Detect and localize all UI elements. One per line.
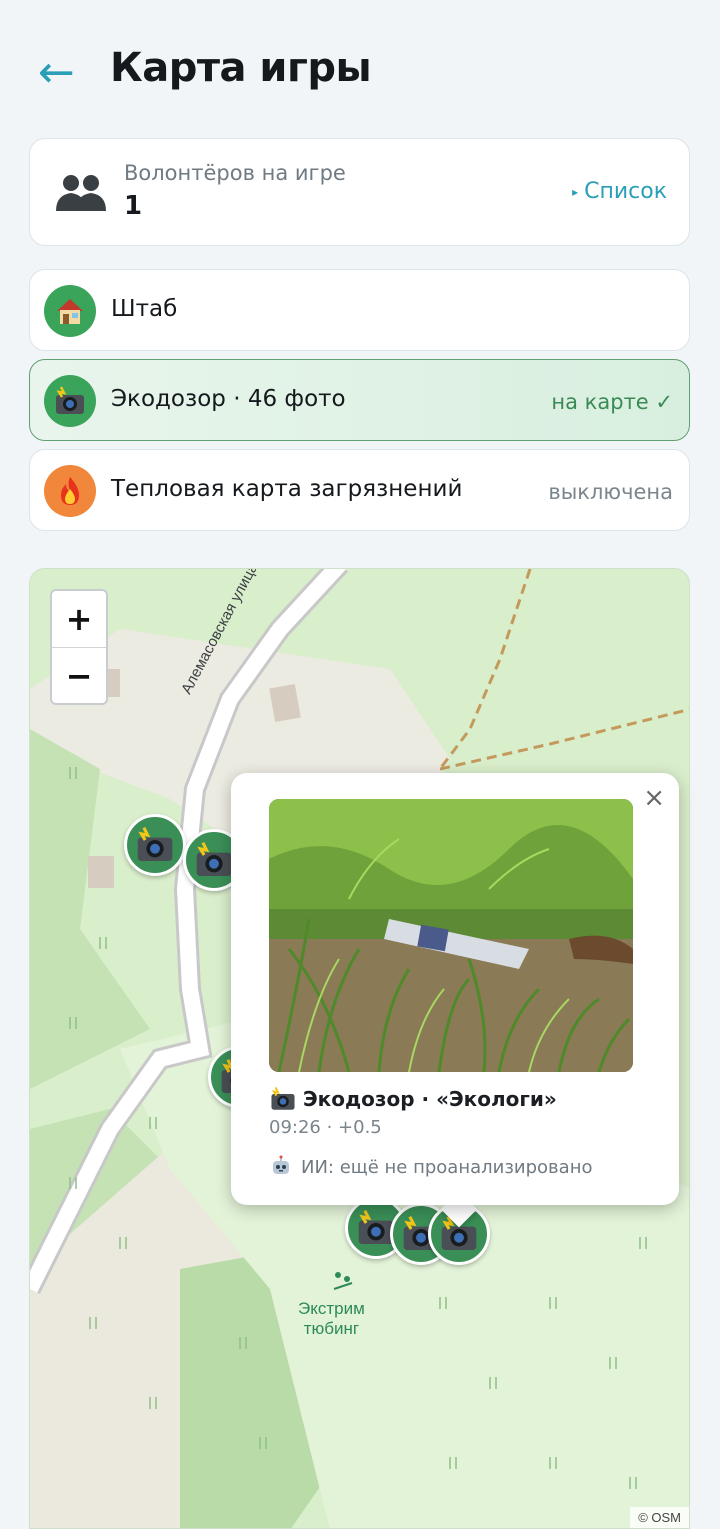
camera-flash-icon xyxy=(196,842,232,877)
photo-marker[interactable] xyxy=(124,814,186,876)
list-link-label: Список xyxy=(584,179,667,204)
popup-ai-text: ИИ: ещё не проанализировано xyxy=(301,1156,593,1178)
zoom-out-button[interactable]: − xyxy=(52,647,106,703)
volunteers-card: Волонтёров на игре 1 ▸ Список xyxy=(29,138,690,246)
layer-heatmap-status: выключена xyxy=(548,480,673,504)
list-link[interactable]: ▸ Список xyxy=(572,179,667,204)
page-title: Карта игры xyxy=(110,45,372,91)
popup-title-text: Экодозор · «Экологи» xyxy=(303,1087,557,1111)
osm-attribution[interactable]: © OSM xyxy=(630,1507,689,1528)
layer-heatmap-label: Тепловая карта загрязнений xyxy=(111,476,463,502)
tubing-poi-label: Экстрим тюбинг xyxy=(298,1299,365,1339)
zoom-in-button[interactable]: + xyxy=(52,591,106,647)
back-arrow-icon[interactable]: ← xyxy=(38,48,88,98)
layer-ecodozor[interactable]: Экодозор · 46 фото на карте ✓ xyxy=(29,359,690,441)
camera-flash-icon xyxy=(271,1087,295,1110)
trash-photo xyxy=(269,799,633,1072)
layer-hq[interactable]: Штаб xyxy=(29,269,690,351)
layer-ecodozor-status: на карте ✓ xyxy=(551,390,673,414)
popup-ai-status: ИИ: ещё не проанализировано xyxy=(269,1155,592,1179)
fire-icon xyxy=(44,465,96,517)
house-icon xyxy=(44,285,96,337)
popup-meta: 09:26 · +0.5 xyxy=(269,1117,382,1138)
volunteers-count: 1 xyxy=(124,191,143,221)
camera-flash-icon xyxy=(44,375,96,427)
close-icon[interactable]: × xyxy=(643,783,665,813)
robot-icon xyxy=(273,1155,289,1174)
layer-ecodozor-label: Экодозор · 46 фото xyxy=(111,386,346,412)
volunteers-label: Волонтёров на игре xyxy=(124,161,346,185)
camera-flash-icon xyxy=(137,827,173,862)
layer-heatmap[interactable]: Тепловая карта загрязнений выключена xyxy=(29,449,690,531)
popup-photo[interactable] xyxy=(269,799,633,1072)
people-icon xyxy=(56,175,106,211)
poi-label-line1: Экстрим xyxy=(298,1299,365,1318)
popup-title: Экодозор · «Экологи» xyxy=(269,1085,557,1113)
layer-hq-label: Штаб xyxy=(111,296,178,322)
triangle-right-icon: ▸ xyxy=(572,185,579,199)
header: ← Карта игры xyxy=(0,0,720,140)
poi-label-line2: тюбинг xyxy=(303,1319,360,1338)
tubing-poi-icon xyxy=(333,1272,353,1290)
zoom-control: + − xyxy=(50,589,108,705)
photo-popup: × Экодозор · «Экологи» 09:26 · +0.5 ИИ: … xyxy=(231,773,679,1205)
